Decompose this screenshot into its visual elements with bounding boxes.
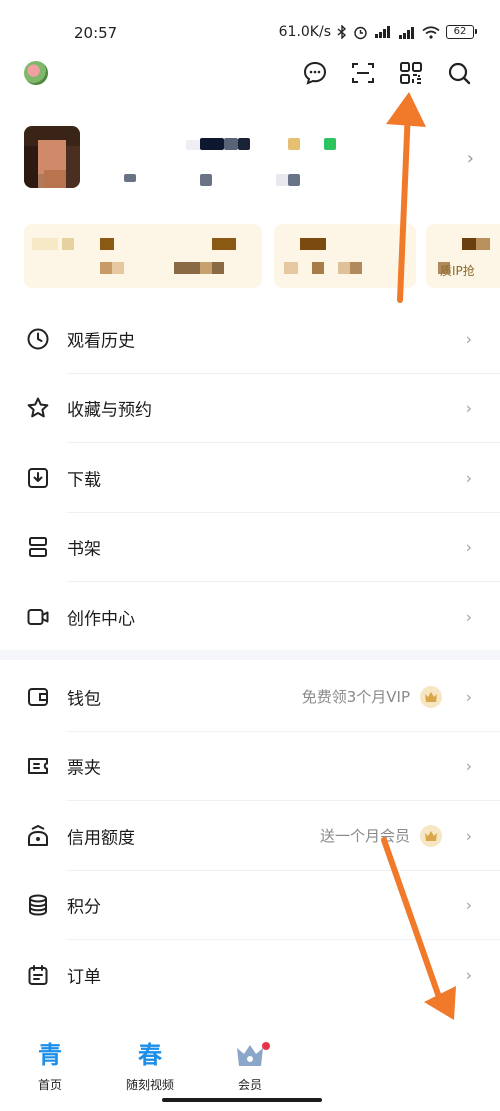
order-icon xyxy=(25,962,51,988)
promo-card[interactable] xyxy=(274,224,416,288)
chevron-right-icon: › xyxy=(465,826,472,846)
top-toolbar xyxy=(0,52,500,94)
signal-icon xyxy=(374,26,392,38)
credit-promo: 送一个月会员 xyxy=(319,824,442,847)
wallet-icon xyxy=(25,684,51,710)
chevron-right-icon: › xyxy=(465,537,472,557)
app-logo-icon xyxy=(24,61,48,85)
level-badge-pixel xyxy=(324,138,336,150)
bookshelf-icon xyxy=(25,534,51,560)
menu-item-watch-history[interactable]: 观看历史 › xyxy=(0,304,500,374)
download-icon xyxy=(25,465,51,491)
ticket-icon xyxy=(25,753,51,779)
menu-item-points[interactable]: 积分 › xyxy=(0,871,500,941)
menu-item-ticket-folder[interactable]: 票夹 › xyxy=(0,732,500,802)
chevron-right-icon: › xyxy=(465,965,472,985)
battery-icon: 62 xyxy=(446,25,477,39)
nav-tab-home[interactable]: 青 首页 xyxy=(10,1040,90,1093)
menu-item-download[interactable]: 下载 › xyxy=(0,443,500,513)
credit-icon xyxy=(25,823,51,849)
status-time: 20:57 xyxy=(74,24,118,42)
user-info-pixel xyxy=(124,174,136,182)
menu-item-label: 票夹 xyxy=(67,758,101,779)
level-badge-pixel xyxy=(288,138,300,150)
wallet-promo-text: 免费领3个月VIP xyxy=(301,688,410,707)
menu-item-label: 收藏与预约 xyxy=(67,400,152,421)
wallet-promo: 免费领3个月VIP xyxy=(301,685,442,708)
user-info-pixel xyxy=(288,174,300,186)
nav-tab-suike-video[interactable]: 春 随刻视频 xyxy=(110,1040,190,1093)
search-icon[interactable] xyxy=(446,60,472,86)
nav-tab-label: 会员 xyxy=(237,1078,262,1092)
net-speed: 61.0K/s xyxy=(278,24,331,40)
profile-header[interactable]: › xyxy=(0,118,500,198)
menu-item-credit-limit[interactable]: 信用额度 送一个月会员 › xyxy=(0,801,500,871)
chevron-right-icon: › xyxy=(465,607,472,627)
menu-item-label: 钱包 xyxy=(67,689,101,710)
section-divider xyxy=(0,650,500,660)
menu-item-creator-center[interactable]: 创作中心 › xyxy=(0,582,500,652)
home-tab-icon: 青 xyxy=(38,1041,62,1069)
promo-card-tag: 质IP抢 xyxy=(440,264,475,278)
star-icon xyxy=(25,395,51,421)
username-pixel xyxy=(238,138,250,150)
menu-item-label: 订单 xyxy=(67,967,101,988)
menu-item-label: 书架 xyxy=(67,539,101,560)
menu-item-label: 积分 xyxy=(67,897,101,918)
promo-card[interactable] xyxy=(24,224,262,288)
user-info-pixel xyxy=(200,174,212,186)
vip-crown-tab-icon xyxy=(210,1040,290,1070)
qr-code-icon[interactable] xyxy=(398,60,424,86)
chevron-right-icon: › xyxy=(465,329,472,349)
menu-item-label: 观看历史 xyxy=(67,331,135,352)
message-icon[interactable] xyxy=(302,60,328,86)
promo-cards xyxy=(0,224,500,290)
status-bar: 20:57 61.0K/s 62 xyxy=(0,0,500,52)
video-tab-icon: 春 xyxy=(138,1041,162,1069)
profile-chevron-icon: › xyxy=(466,148,474,169)
toolbar-icons xyxy=(302,60,472,86)
username-pixel xyxy=(224,138,238,150)
username-pixel xyxy=(200,138,224,150)
wifi-icon xyxy=(422,25,440,39)
nav-tab-label: 首页 xyxy=(37,1078,62,1092)
notification-dot xyxy=(262,1042,270,1050)
nav-tab-vip[interactable]: 会员 xyxy=(210,1040,290,1093)
home-indicator xyxy=(162,1098,322,1102)
chevron-right-icon: › xyxy=(465,895,472,915)
username-pixel xyxy=(186,140,200,150)
menu-item-label: 下载 xyxy=(67,470,101,491)
chevron-right-icon: › xyxy=(465,687,472,707)
credit-promo-text: 送一个月会员 xyxy=(319,827,410,846)
scan-icon[interactable] xyxy=(350,60,376,86)
signal-hd-icon xyxy=(398,25,416,39)
menu-item-orders[interactable]: 订单 › xyxy=(0,940,500,1010)
clock-icon xyxy=(25,326,51,352)
avatar[interactable] xyxy=(24,126,80,188)
menu-item-label: 创作中心 xyxy=(67,609,135,630)
chevron-right-icon: › xyxy=(465,756,472,776)
bottom-nav: 青 首页 春 随刻视频 会员 xyxy=(0,1032,320,1098)
coins-icon xyxy=(25,892,51,918)
menu-item-bookshelf[interactable]: 书架 › xyxy=(0,513,500,583)
menu-item-wallet[interactable]: 钱包 免费领3个月VIP › xyxy=(0,662,500,732)
bluetooth-icon xyxy=(337,25,347,39)
nav-tab-label: 随刻视频 xyxy=(125,1078,174,1092)
alarm-icon xyxy=(353,25,368,40)
chevron-right-icon: › xyxy=(465,398,472,418)
status-indicators: 61.0K/s 62 xyxy=(278,24,477,40)
menu-group-secondary: 钱包 免费领3个月VIP › 票夹 › 信用额度 送一个月会员 › 积分 › 订… xyxy=(0,662,500,1010)
menu-item-label: 信用额度 xyxy=(67,828,135,849)
menu-item-favorites[interactable]: 收藏与预约 › xyxy=(0,374,500,444)
chevron-right-icon: › xyxy=(465,468,472,488)
camera-icon xyxy=(25,604,51,630)
vip-crown-icon xyxy=(420,685,442,708)
user-info-pixel xyxy=(276,174,288,186)
menu-group-primary: 观看历史 › 收藏与预约 › 下载 › 书架 › 创作中心 › xyxy=(0,304,500,652)
vip-crown-icon xyxy=(420,824,442,847)
